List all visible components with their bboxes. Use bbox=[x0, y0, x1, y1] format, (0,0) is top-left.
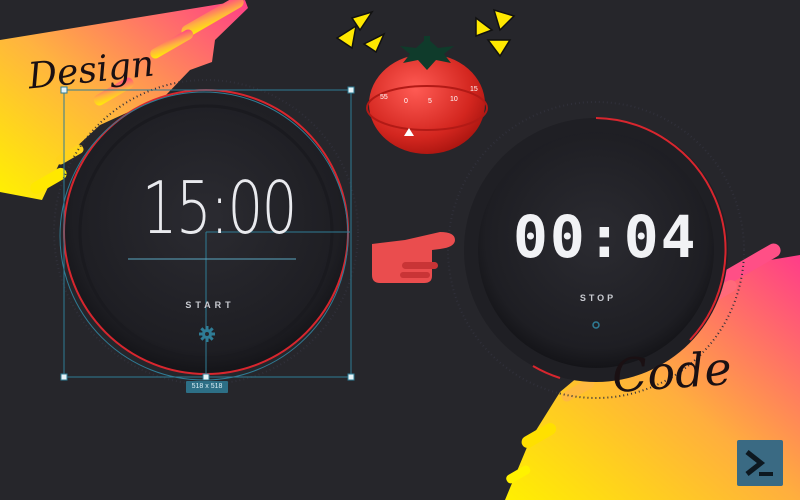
terminal-glyph bbox=[745, 450, 773, 476]
right-timer-display: 00:04 bbox=[513, 203, 698, 271]
dial-number: 55 bbox=[380, 94, 388, 101]
stop-button[interactable]: STOP bbox=[558, 293, 638, 303]
dial-number: 0 bbox=[404, 98, 408, 105]
left-timer-display: 15:00 bbox=[141, 166, 298, 250]
terminal-icon[interactable] bbox=[737, 440, 783, 486]
pointing-hand-icon bbox=[372, 232, 455, 283]
dial-number: 10 bbox=[450, 96, 458, 103]
dial-number: 15 bbox=[470, 86, 478, 93]
start-button[interactable]: START bbox=[170, 300, 250, 310]
code-label: Code bbox=[610, 340, 734, 404]
dial-number: 5 bbox=[428, 98, 432, 105]
dimension-badge: 518 x 518 bbox=[186, 381, 228, 393]
gear-icon[interactable] bbox=[199, 326, 215, 342]
tomato-dial: 55 0 5 10 15 bbox=[380, 86, 478, 108]
